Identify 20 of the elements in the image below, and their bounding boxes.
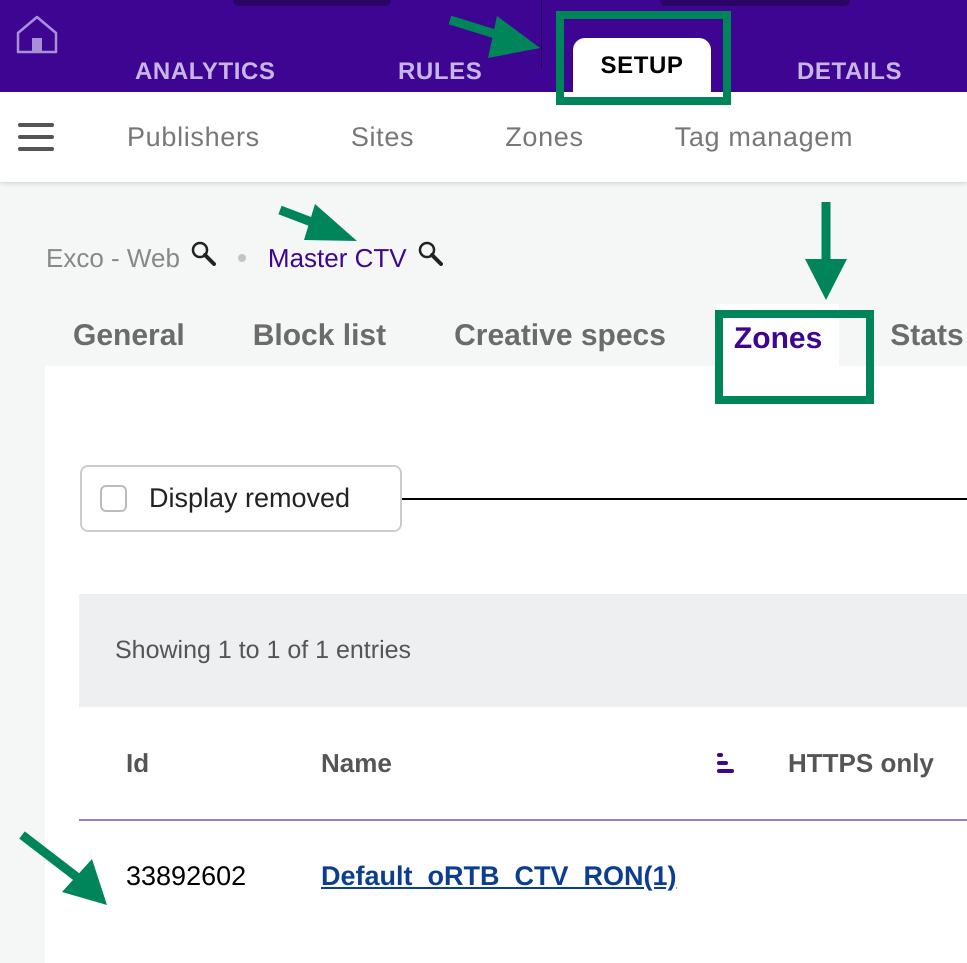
breadcrumb-link[interactable]: Master CTV — [268, 238, 407, 278]
nav-tab[interactable]: RULES — [398, 38, 482, 92]
entries-info: Showing 1 to 1 of 1 entries — [115, 634, 412, 666]
tab[interactable]: Stats — [873, 304, 967, 366]
zone-name-link[interactable]: Default_oRTB_CTV_RON(1) — [321, 856, 677, 896]
column-header[interactable]: HTTPS only — [788, 744, 967, 782]
sub-nav-link[interactable]: Publishers — [127, 116, 260, 158]
table-cell-text: 33892602 — [126, 860, 248, 893]
nav-tab[interactable]: ANALYTICS — [135, 38, 276, 92]
column-header[interactable]: Id — [126, 744, 321, 782]
display-removed-checkbox[interactable]: Display removed — [80, 465, 402, 532]
sub-nav-link[interactable]: Sites — [350, 116, 414, 158]
sub-nav-link[interactable]: Tag managem — [674, 116, 854, 158]
tab[interactable]: Block list — [236, 304, 404, 366]
sub-nav-link[interactable]: Zones — [505, 116, 584, 158]
nav-tab[interactable]: DETAILS — [797, 38, 902, 92]
column-header[interactable]: Name — [321, 744, 788, 782]
tab[interactable]: Creative specs — [437, 304, 683, 366]
nav-tab[interactable]: SETUP — [573, 38, 711, 92]
tab[interactable]: General — [56, 304, 202, 366]
